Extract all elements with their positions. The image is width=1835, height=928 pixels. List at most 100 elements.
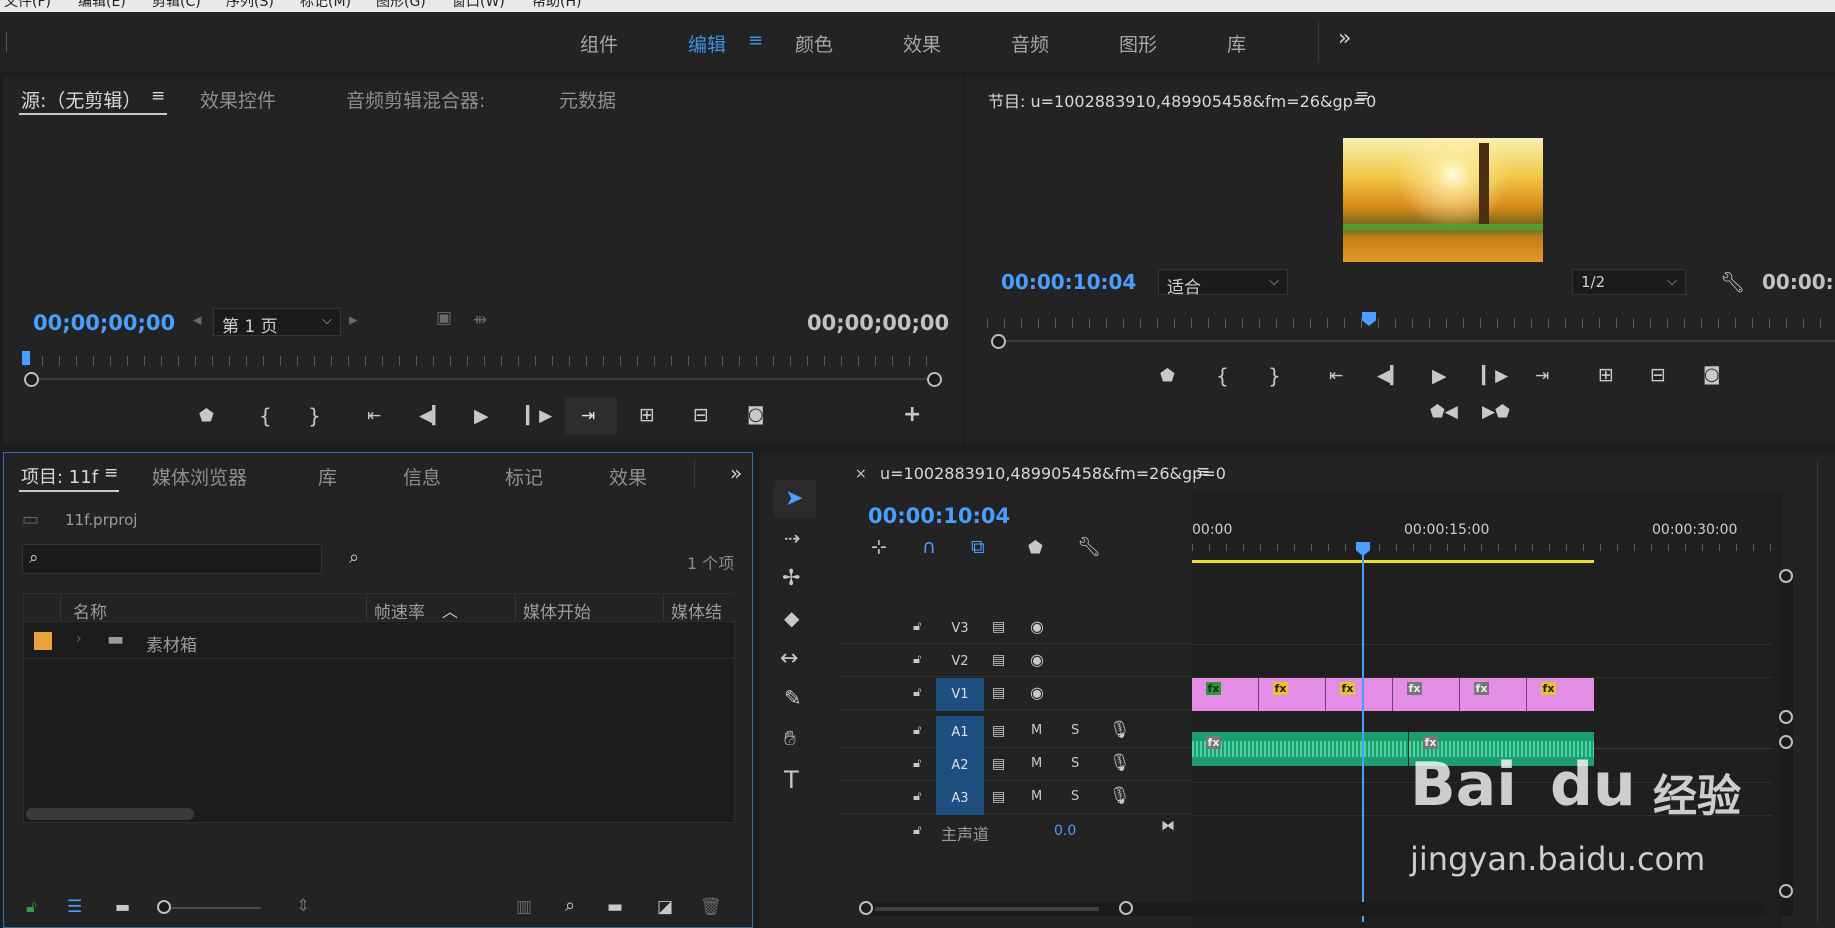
timeline-panel-menu-icon[interactable]: ≡ bbox=[1196, 462, 1210, 482]
find-in-bin-icon[interactable]: ⌕ bbox=[349, 549, 359, 567]
sort-icons-icon[interactable]: ⇕ bbox=[296, 898, 310, 915]
eye-icon[interactable]: ◉ bbox=[1030, 652, 1044, 668]
track-target-a3[interactable]: A3 bbox=[936, 782, 984, 815]
insert-icon[interactable]: ⊞ bbox=[639, 406, 655, 425]
project-overflow-icon[interactable]: » bbox=[730, 461, 742, 485]
horizontal-zoom-bar[interactable] bbox=[875, 907, 1099, 911]
track-target-v2[interactable]: V2 bbox=[936, 645, 984, 678]
horizontal-zoom-handle-right[interactable] bbox=[1119, 901, 1133, 915]
tab-effect-controls[interactable]: 效果控件 bbox=[200, 86, 276, 113]
sequence-tab-title[interactable]: u=1002883910,489905458&fm=26&gp=0 bbox=[880, 464, 1226, 483]
column-header-media-end[interactable]: 媒体结 bbox=[671, 598, 733, 623]
timeline-settings-wrench-icon[interactable]: 🔧︎ bbox=[1077, 538, 1101, 557]
mute-button[interactable]: M bbox=[1031, 757, 1042, 770]
sync-lock-icon[interactable]: ▤ bbox=[992, 790, 1005, 804]
step-back-icon[interactable]: ◀▎ bbox=[419, 408, 445, 425]
extract-icon[interactable]: ⊟ bbox=[1650, 366, 1666, 385]
program-panel-title[interactable]: 节目: u=1002883910,489905458&fm=26&gp=0 bbox=[988, 88, 1376, 112]
sync-lock-icon[interactable]: ▤ bbox=[992, 724, 1005, 738]
automate-to-sequence-icon[interactable]: ▥ bbox=[516, 899, 532, 916]
mute-button[interactable]: M bbox=[1031, 724, 1042, 737]
step-forward-icon[interactable]: ▎▶ bbox=[526, 408, 552, 425]
program-timecode-current[interactable]: 00:00:10:04 bbox=[1001, 270, 1136, 294]
sync-lock-icon[interactable]: ▤ bbox=[992, 620, 1005, 634]
mark-out-icon[interactable]: } bbox=[308, 406, 321, 426]
video-clip[interactable]: fx bbox=[1460, 678, 1527, 711]
source-zoom-bar[interactable] bbox=[31, 378, 929, 380]
nest-icon[interactable]: ⊹ bbox=[871, 538, 887, 557]
program-panel-menu-icon[interactable]: ≡ bbox=[1355, 86, 1369, 106]
tab-effects[interactable]: 效果 bbox=[609, 463, 647, 490]
timeline-ruler-ticks[interactable] bbox=[1192, 544, 1772, 551]
prev-page-icon[interactable]: ◂ bbox=[193, 312, 202, 329]
video-clip[interactable]: fx bbox=[1192, 678, 1259, 711]
go-to-in-icon[interactable]: ⇤ bbox=[367, 408, 381, 425]
export-frame-camera-icon[interactable]: ◙ bbox=[1703, 366, 1720, 384]
source-time-ruler[interactable] bbox=[25, 356, 935, 366]
add-marker-icon[interactable]: ⬟ bbox=[1028, 540, 1043, 557]
horizontal-scrollbar[interactable] bbox=[26, 808, 194, 820]
close-icon[interactable]: × bbox=[855, 467, 867, 481]
workspace-tab-editing[interactable]: 编辑 bbox=[688, 30, 726, 57]
program-zoom-handle-left[interactable] bbox=[991, 334, 1006, 349]
slip-tool-icon[interactable]: ↔ bbox=[780, 648, 798, 670]
lock-icon[interactable]: 🔓︎ bbox=[26, 899, 36, 915]
horizontal-zoom-handle-left[interactable] bbox=[859, 901, 873, 915]
go-to-out-button[interactable]: ⇥ bbox=[565, 397, 617, 435]
step-forward-icon[interactable]: ▎▶ bbox=[1482, 368, 1508, 385]
workspace-tab-libraries[interactable]: 库 bbox=[1227, 30, 1246, 57]
table-row[interactable]: › ▬ 素材箱 bbox=[24, 623, 736, 659]
tab-source[interactable]: 源:（无剪辑） bbox=[21, 86, 141, 113]
safe-margins-icon[interactable]: ▣ bbox=[436, 310, 452, 327]
menu-item-window[interactable]: 窗口(W) bbox=[452, 0, 505, 11]
resolution-select[interactable]: 1/2 ⌵ bbox=[1572, 269, 1686, 295]
timeline-playhead-line[interactable] bbox=[1362, 554, 1364, 922]
vertical-zoom-handle-top[interactable] bbox=[1779, 569, 1793, 583]
workspace-tab-graphics[interactable]: 图形 bbox=[1119, 30, 1157, 57]
solo-button[interactable]: S bbox=[1071, 724, 1079, 737]
workspace-tab-audio[interactable]: 音频 bbox=[1011, 30, 1049, 57]
mark-in-icon[interactable]: { bbox=[1216, 366, 1229, 386]
track-target-v1[interactable]: V1 bbox=[936, 678, 984, 711]
track-lock-icon[interactable]: 🔓︎ bbox=[913, 653, 921, 666]
button-editor-plus-icon[interactable]: + bbox=[903, 404, 921, 426]
add-marker-icon[interactable]: ⬟ bbox=[199, 408, 214, 425]
icon-view-icon[interactable]: ▬ bbox=[115, 899, 130, 915]
video-clip[interactable]: fx bbox=[1527, 678, 1594, 711]
mark-out-icon[interactable]: } bbox=[1268, 366, 1281, 386]
add-marker-icon[interactable]: ⬟ bbox=[1160, 368, 1175, 385]
track-lock-icon[interactable]: 🔓︎ bbox=[913, 686, 921, 699]
video-clip[interactable]: fx bbox=[1393, 678, 1460, 711]
menu-item-edit[interactable]: 编辑(E) bbox=[78, 0, 126, 11]
master-volume-value[interactable]: 0.0 bbox=[1054, 823, 1076, 839]
menu-item-clip[interactable]: 剪辑(C) bbox=[152, 0, 201, 11]
zoom-slider-track[interactable] bbox=[171, 907, 261, 909]
zoom-slider-handle[interactable] bbox=[157, 900, 171, 914]
video-clip[interactable]: fx bbox=[1259, 678, 1326, 711]
ripple-edit-tool-icon[interactable]: ✢ bbox=[782, 568, 800, 590]
project-panel-menu-icon[interactable]: ≡ bbox=[104, 463, 118, 483]
column-header-name[interactable]: 名称 bbox=[73, 598, 107, 623]
next-page-icon[interactable]: ▸ bbox=[349, 312, 358, 329]
mute-button[interactable]: M bbox=[1031, 790, 1042, 803]
play-icon[interactable]: ▶ bbox=[474, 407, 489, 426]
bin-name[interactable]: 素材箱 bbox=[146, 631, 197, 656]
menu-item-sequence[interactable]: 序列(S) bbox=[226, 0, 274, 11]
play-icon[interactable]: ▶ bbox=[1432, 367, 1447, 386]
find-icon[interactable]: ⌕ bbox=[565, 897, 575, 915]
video-clip[interactable]: fx bbox=[1326, 678, 1393, 711]
track-lock-icon[interactable]: 🔓︎ bbox=[913, 620, 921, 633]
track-target-a1[interactable]: A1 bbox=[936, 716, 984, 749]
track-target-a2[interactable]: A2 bbox=[936, 749, 984, 782]
drop-frame-icon[interactable]: ⇻ bbox=[473, 312, 487, 329]
vertical-zoom-handle-mid[interactable] bbox=[1779, 710, 1793, 724]
workspace-tab-color[interactable]: 颜色 bbox=[795, 30, 833, 57]
tab-project[interactable]: 项目: 11f bbox=[21, 463, 98, 489]
selection-tool[interactable]: ➤ bbox=[774, 480, 816, 518]
hand-tool-icon[interactable]: ✋︎ bbox=[784, 728, 796, 749]
track-lock-icon[interactable]: 🔓︎ bbox=[913, 757, 921, 770]
sync-lock-icon[interactable]: ▤ bbox=[992, 653, 1005, 667]
pen-tool-icon[interactable]: ✎ bbox=[784, 688, 802, 709]
type-tool-icon[interactable]: T bbox=[784, 768, 799, 792]
source-playhead[interactable] bbox=[22, 351, 30, 365]
